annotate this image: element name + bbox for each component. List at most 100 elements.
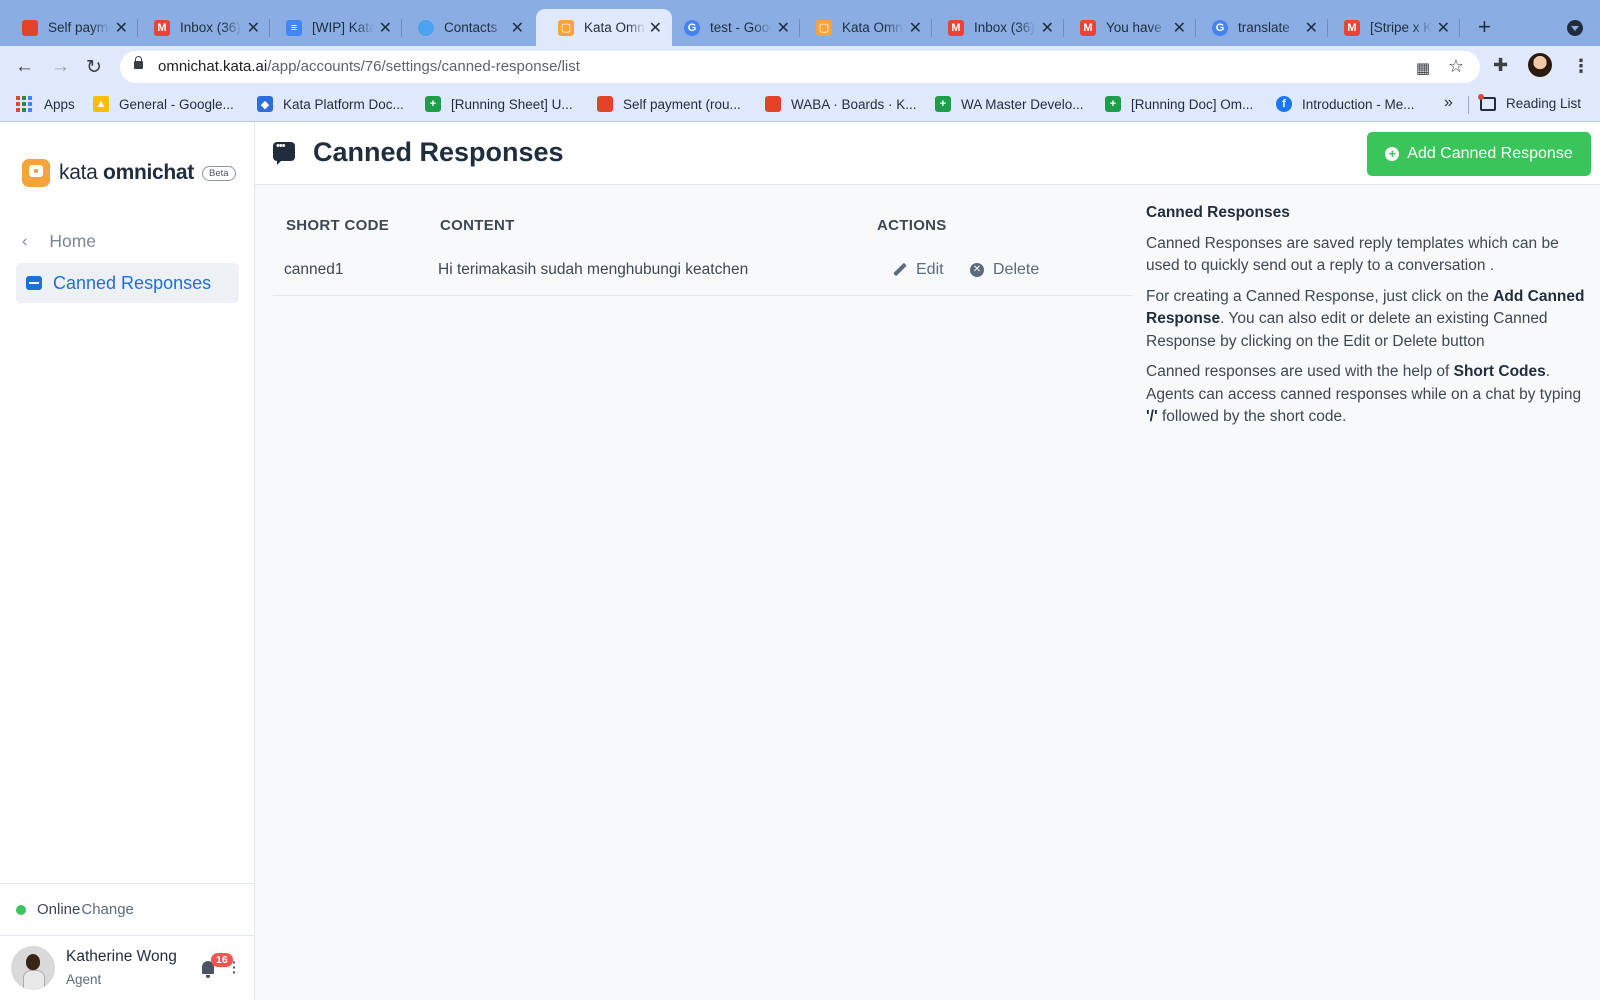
brand-name: kata omnichat bbox=[59, 161, 194, 184]
browser-menu-icon[interactable]: ⋮ bbox=[1572, 56, 1590, 77]
delete-button[interactable]: ✕ Delete bbox=[970, 261, 1039, 279]
close-icon[interactable]: ✕ bbox=[649, 18, 662, 38]
bookmark-label: Self payment (rou... bbox=[623, 96, 741, 112]
bookmark-item[interactable]: WABA · Boards · K... bbox=[765, 96, 917, 112]
tab-title: Self payment bbox=[48, 20, 110, 35]
google-icon: G bbox=[1212, 19, 1228, 36]
bookmark-label: Introduction - Me... bbox=[1302, 96, 1415, 112]
tab-title: translate bbox=[1238, 20, 1290, 35]
column-header-short-code: SHORT CODE bbox=[286, 217, 390, 234]
lock-icon bbox=[134, 56, 143, 69]
browser-tab[interactable]: Contacts ✕ bbox=[396, 9, 534, 46]
forward-arrow-icon[interactable]: → bbox=[51, 56, 70, 78]
bookmark-apps[interactable]: Apps bbox=[16, 96, 75, 112]
browser-tab[interactable]: M Inbox (36) ✕ bbox=[132, 9, 270, 46]
bookmark-label: Kata Platform Doc... bbox=[283, 96, 404, 112]
profile-avatar-icon[interactable] bbox=[1528, 53, 1552, 77]
back-arrow-icon[interactable]: ← bbox=[15, 56, 34, 78]
help-panel: Canned Responses Canned Responses are sa… bbox=[1146, 202, 1586, 437]
close-icon[interactable]: ✕ bbox=[1305, 18, 1318, 38]
tab-title: You have bbox=[1106, 20, 1162, 35]
reading-list-button[interactable]: Reading List bbox=[1478, 93, 1581, 111]
browser-toolbar: ← → ↻ omnichat.kata.ai/app/accounts/76/s… bbox=[0, 46, 1600, 88]
tab-search-icon[interactable] bbox=[1567, 20, 1583, 36]
kata-omnichat-logo[interactable]: kata omnichat Beta bbox=[22, 159, 236, 187]
sidebar-item-label: Home bbox=[49, 231, 97, 251]
bookmark-item[interactable]: + [Running Doc] Om... bbox=[1105, 96, 1253, 112]
close-icon[interactable]: ✕ bbox=[511, 18, 524, 38]
browser-tab[interactable]: Self payment ✕ bbox=[0, 9, 138, 46]
address-bar[interactable]: omnichat.kata.ai/app/accounts/76/setting… bbox=[120, 51, 1480, 83]
bookmark-label: [Running Sheet] U... bbox=[451, 96, 573, 112]
bookmark-item[interactable]: ▲ General - Google... bbox=[93, 96, 234, 112]
sidebar-item-label: Canned Responses bbox=[53, 272, 212, 293]
close-icon[interactable]: ✕ bbox=[247, 18, 260, 38]
content-cell: Hi terimakasih sudah menghubungi keatche… bbox=[438, 261, 749, 278]
browser-tab[interactable]: M You have ✕ bbox=[1058, 9, 1196, 46]
sheets-icon: + bbox=[1105, 96, 1121, 112]
sidebar-item-home[interactable]: ‹ Home bbox=[22, 231, 96, 252]
browser-tab[interactable]: M Inbox (36) ✕ bbox=[926, 9, 1064, 46]
bookmark-item[interactable]: f Introduction - Me... bbox=[1276, 96, 1415, 112]
browser-tab-active[interactable]: ▢ Kata Omnichat ✕ bbox=[536, 9, 672, 46]
bookmark-label: General - Google... bbox=[119, 96, 234, 112]
gmail-icon: M bbox=[1344, 19, 1360, 36]
close-icon[interactable]: ✕ bbox=[379, 18, 392, 38]
close-icon[interactable]: ✕ bbox=[1437, 18, 1450, 38]
tab-title: Inbox (36) bbox=[180, 20, 241, 35]
browser-tab[interactable]: ≡ [WIP] Kata ✕ bbox=[264, 9, 402, 46]
browser-tab[interactable]: G test - Google ✕ bbox=[662, 9, 800, 46]
gmail-icon: M bbox=[154, 19, 170, 36]
bookmark-divider bbox=[1468, 96, 1469, 114]
bookmarks-bar: Apps ▲ General - Google... ◆ Kata Platfo… bbox=[0, 88, 1600, 122]
close-icon[interactable]: ✕ bbox=[777, 18, 790, 38]
change-status-link[interactable]: Change bbox=[81, 901, 134, 918]
new-tab-icon[interactable]: + bbox=[1478, 14, 1491, 40]
facebook-icon: f bbox=[1276, 96, 1292, 112]
sidebar-item-canned-responses[interactable]: Canned Responses bbox=[16, 263, 239, 303]
gmail-icon: M bbox=[1080, 19, 1096, 36]
edit-button[interactable]: Edit bbox=[893, 261, 944, 279]
main-content: Canned Responses + Add Canned Response S… bbox=[255, 123, 1600, 1000]
bookmark-item[interactable]: Self payment (rou... bbox=[597, 96, 741, 112]
user-menu-icon[interactable]: · · · bbox=[232, 955, 237, 979]
canned-response-icon bbox=[273, 140, 295, 165]
browser-tab[interactable]: G translate ✕ bbox=[1190, 9, 1328, 46]
kata-icon: ▢ bbox=[816, 19, 832, 36]
kata-icon: ▢ bbox=[558, 19, 574, 36]
table-row: canned1 Hi terimakasih sudah menghubungi… bbox=[273, 249, 1133, 296]
close-icon[interactable]: ✕ bbox=[909, 18, 922, 38]
sheets-icon: + bbox=[425, 96, 441, 112]
add-canned-response-button[interactable]: + Add Canned Response bbox=[1367, 132, 1591, 176]
browser-tab[interactable]: ▢ Kata Omnichat ✕ bbox=[794, 9, 932, 46]
qr-code-icon[interactable]: ▦ bbox=[1416, 59, 1430, 77]
pencil-icon bbox=[893, 263, 907, 277]
current-user[interactable]: Katherine Wong Agent 16 · · · bbox=[0, 935, 254, 1000]
bookmark-item[interactable]: + WA Master Develo... bbox=[935, 96, 1084, 112]
help-paragraph: Canned Responses are saved reply templat… bbox=[1146, 234, 1559, 275]
bookmark-star-icon[interactable]: ☆ bbox=[1448, 56, 1464, 77]
avatar[interactable] bbox=[11, 946, 55, 990]
bookmark-label: [Running Doc] Om... bbox=[1131, 96, 1254, 112]
close-icon[interactable]: ✕ bbox=[115, 18, 128, 38]
app-sidebar: kata omnichat Beta ‹ Home Canned Respons… bbox=[0, 123, 255, 1000]
bookmark-item[interactable]: ◆ Kata Platform Doc... bbox=[257, 96, 404, 112]
more-bookmarks-chevron[interactable]: » bbox=[1444, 94, 1453, 112]
tab-title: Kata Omnichat bbox=[842, 20, 904, 35]
browser-tab[interactable]: M [Stripe x K ✕ bbox=[1322, 9, 1460, 46]
short-code-cell: canned1 bbox=[284, 261, 344, 278]
bookmark-label: WABA · Boards · K... bbox=[791, 96, 917, 112]
availability-status: Online Change bbox=[0, 883, 254, 935]
column-header-actions: ACTIONS bbox=[877, 217, 947, 234]
page-header: Canned Responses + Add Canned Response bbox=[255, 123, 1600, 185]
docs-icon: ≡ bbox=[286, 19, 302, 36]
extensions-puzzle-icon[interactable]: ✚ bbox=[1493, 55, 1508, 76]
plus-circle-icon: + bbox=[1385, 147, 1400, 161]
reload-icon[interactable]: ↻ bbox=[86, 56, 102, 79]
bookmark-item[interactable]: + [Running Sheet] U... bbox=[425, 96, 573, 112]
close-icon[interactable]: ✕ bbox=[1041, 18, 1054, 38]
gmail-icon: M bbox=[948, 19, 964, 36]
close-icon[interactable]: ✕ bbox=[1173, 18, 1186, 38]
status-text: Online bbox=[37, 901, 81, 918]
help-paragraph: For creating a Canned Response, just cli… bbox=[1146, 287, 1585, 350]
